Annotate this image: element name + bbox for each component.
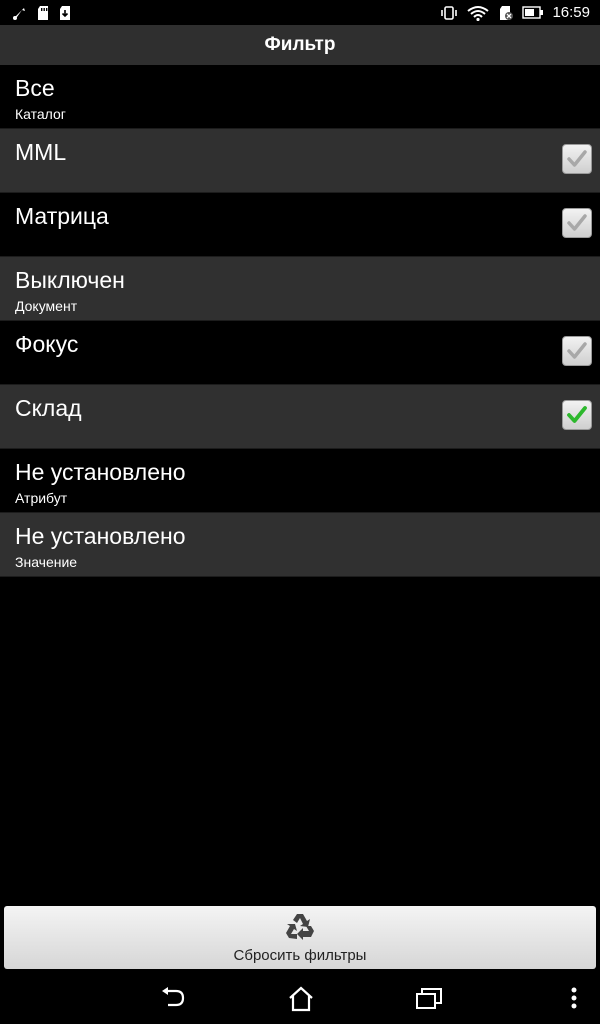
check-icon bbox=[567, 406, 587, 423]
filter-subtitle: Значение bbox=[15, 554, 78, 570]
matrix-checkbox[interactable] bbox=[562, 208, 592, 238]
filter-subtitle: Каталог bbox=[15, 106, 66, 122]
reset-filters-label: Сбросить фильтры bbox=[233, 946, 367, 964]
filter-list: Все Каталог MML Матрица Выключен Докумен… bbox=[0, 65, 600, 577]
status-time: 16:59 bbox=[552, 4, 590, 21]
navigation-bar bbox=[0, 972, 600, 1024]
page-title-bar: Фильтр bbox=[0, 25, 600, 65]
filter-title: Фокус bbox=[15, 331, 79, 357]
filter-title: Склад bbox=[15, 395, 82, 421]
vibrate-icon bbox=[441, 5, 458, 20]
menu-icon[interactable] bbox=[570, 986, 578, 1010]
filter-row-mml[interactable]: MML bbox=[0, 129, 600, 193]
reset-filters-button[interactable]: Сбросить фильтры bbox=[4, 906, 596, 969]
sim-icon bbox=[500, 5, 514, 20]
check-icon bbox=[567, 214, 587, 231]
filter-row-catalog[interactable]: Все Каталог bbox=[0, 65, 600, 129]
filter-title: Все bbox=[15, 75, 55, 101]
page-title: Фильтр bbox=[264, 34, 336, 55]
focus-checkbox[interactable] bbox=[562, 336, 592, 366]
filter-row-warehouse[interactable]: Склад bbox=[0, 385, 600, 449]
filter-subtitle: Атрибут bbox=[15, 490, 68, 506]
check-icon bbox=[567, 150, 587, 167]
filter-row-matrix[interactable]: Матрица bbox=[0, 193, 600, 257]
mml-checkbox[interactable] bbox=[562, 144, 592, 174]
check-icon bbox=[567, 342, 587, 359]
recents-icon[interactable] bbox=[415, 986, 443, 1010]
home-icon[interactable] bbox=[287, 986, 315, 1012]
filter-row-document[interactable]: Выключен Документ bbox=[0, 257, 600, 321]
status-bar: 16:59 bbox=[0, 0, 600, 25]
battery-icon bbox=[522, 6, 544, 19]
filter-title: Выключен bbox=[15, 267, 125, 293]
filter-row-focus[interactable]: Фокус bbox=[0, 321, 600, 385]
filter-title: MML bbox=[15, 139, 67, 165]
usb-icon bbox=[13, 7, 25, 20]
recycle-icon bbox=[286, 913, 314, 940]
sd-card-icon bbox=[38, 5, 48, 20]
back-icon[interactable] bbox=[160, 986, 186, 1010]
filter-row-attribute[interactable]: Не установлено Атрибут bbox=[0, 449, 600, 513]
download-icon bbox=[60, 5, 70, 20]
filter-subtitle: Документ bbox=[15, 298, 78, 314]
filter-title: Не установлено bbox=[15, 523, 186, 549]
filter-title: Не установлено bbox=[15, 459, 186, 485]
wifi-icon bbox=[467, 5, 490, 21]
filter-title: Матрица bbox=[15, 203, 109, 229]
filter-row-value[interactable]: Не установлено Значение bbox=[0, 513, 600, 577]
warehouse-checkbox[interactable] bbox=[562, 400, 592, 430]
